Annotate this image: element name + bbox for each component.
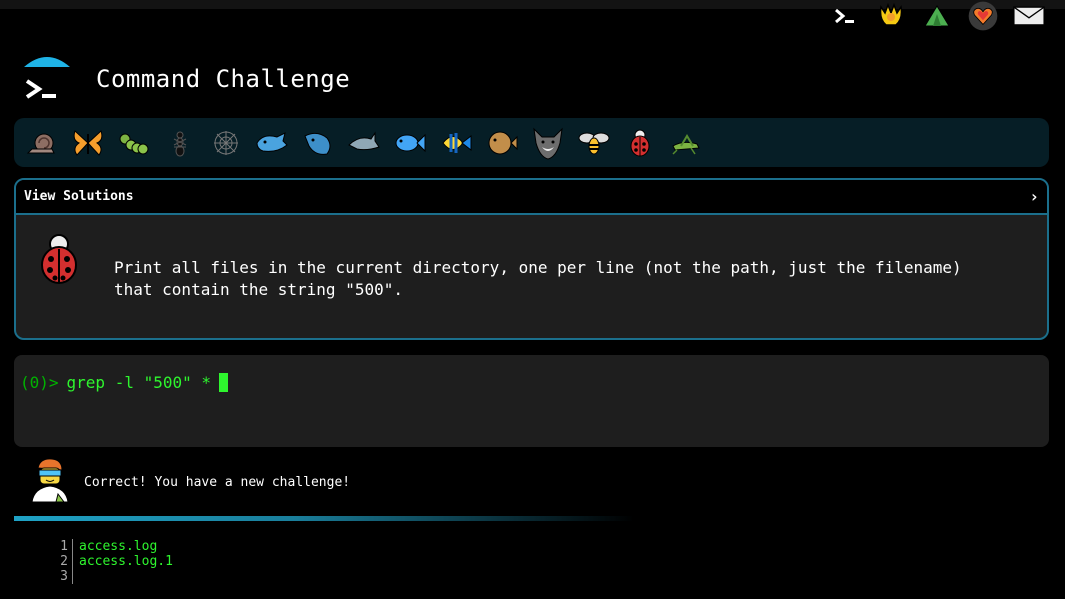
tropical-fish-icon[interactable] (438, 125, 474, 161)
challenge-panel: View Solutions › Print all files in the … (14, 178, 1049, 340)
mail-icon[interactable] (1013, 2, 1045, 30)
ladybug-icon (36, 233, 82, 289)
challenge-description-line-1: Print all files in the current directory… (114, 258, 962, 277)
line-number: 2 (54, 554, 73, 569)
tent-icon[interactable] (921, 2, 953, 30)
output-line: 3 (54, 569, 173, 584)
output-text: access.log (79, 539, 158, 554)
whale-2-icon[interactable] (300, 125, 336, 161)
line-number: 3 (54, 569, 73, 584)
butterfly-icon[interactable] (70, 125, 106, 161)
bee-icon[interactable] (576, 125, 612, 161)
terminal-input[interactable]: (0)> grep -l "500" * (14, 355, 1049, 447)
output-text: access.log.1 (79, 554, 173, 569)
view-solutions-label: View Solutions (24, 189, 134, 204)
ant-icon[interactable] (162, 125, 198, 161)
app-logo-icon[interactable] (22, 53, 72, 105)
spider-web-icon[interactable] (208, 125, 244, 161)
challenge-description: Print all files in the current directory… (114, 257, 1014, 301)
app-header: Command Challenge (22, 44, 350, 114)
heart-icon[interactable] (967, 1, 999, 31)
fish-icon[interactable] (392, 125, 428, 161)
view-solutions-toggle[interactable]: View Solutions › (16, 180, 1047, 215)
chevron-right-icon[interactable]: › (1029, 187, 1039, 206)
ladybug-icon[interactable] (622, 125, 658, 161)
snail-icon[interactable] (24, 125, 60, 161)
terminal-icon[interactable] (829, 2, 861, 30)
command-output: 1 access.log 2 access.log.1 3 (54, 539, 173, 584)
wolf-icon[interactable] (530, 125, 566, 161)
challenge-body: Print all files in the current directory… (16, 215, 1047, 338)
output-line: 1 access.log (54, 539, 173, 554)
result-row: Correct! You have a new challenge! (28, 456, 350, 508)
scientist-avatar-icon (28, 456, 72, 508)
caterpillar-icon[interactable] (116, 125, 152, 161)
terminal-prompt: (0)> (20, 373, 59, 392)
grasshopper-icon[interactable] (668, 125, 704, 161)
line-number: 1 (54, 539, 73, 554)
dolphin-icon[interactable] (346, 125, 382, 161)
whale-icon[interactable] (254, 125, 290, 161)
page-title: Command Challenge (96, 65, 351, 93)
output-divider (14, 516, 634, 521)
result-message: Correct! You have a new challenge! (84, 474, 351, 490)
challenge-description-line-2: that contain the string "500". (114, 280, 403, 299)
terminal-cursor (219, 373, 229, 392)
hands-icon[interactable] (875, 2, 907, 30)
terminal-command[interactable]: grep -l "500" * (67, 373, 212, 392)
output-line: 2 access.log.1 (54, 554, 173, 569)
blowfish-icon[interactable] (484, 125, 520, 161)
challenge-progress-bar (14, 118, 1049, 167)
top-icon-bar (829, 0, 1045, 32)
